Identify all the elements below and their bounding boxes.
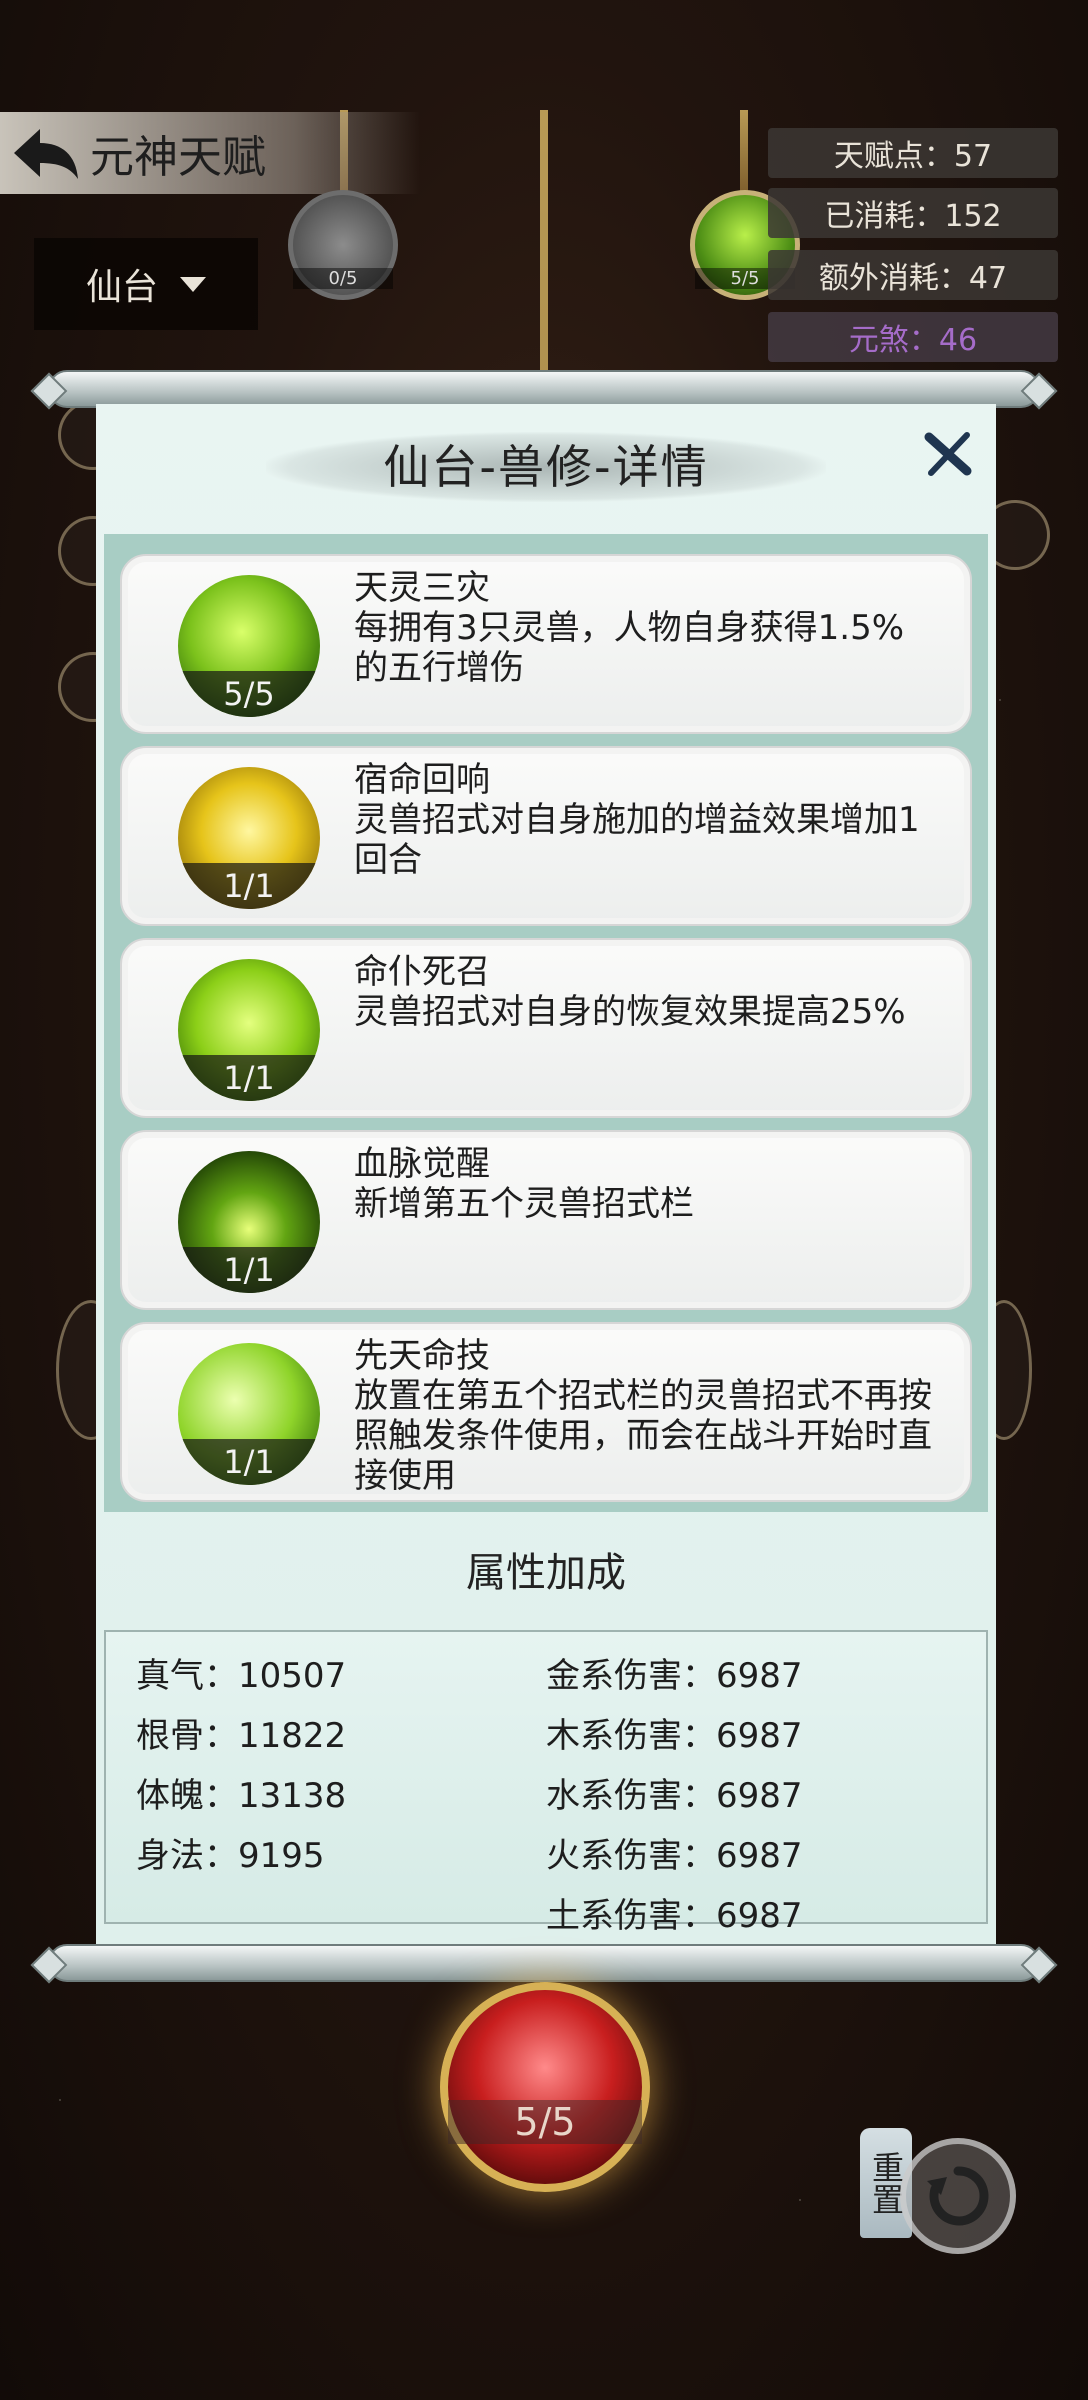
close-icon [924, 432, 972, 476]
green-cross-icon: 1/1 [178, 959, 320, 1101]
attr-metal-damage: 金系伤害：6987 [546, 1655, 803, 1696]
talent-node-red[interactable]: 5/5 [440, 1982, 650, 2192]
attr-water-damage: 水系伤害：6987 [546, 1775, 803, 1816]
node-level: 5/5 [448, 2100, 642, 2144]
talent-name: 宿命回响 [354, 760, 490, 800]
node-level: 0/5 [293, 268, 393, 289]
header-bar: 元神天赋 [0, 112, 420, 194]
refresh-icon [927, 2166, 989, 2226]
stat-consumed: 已消耗：152 [768, 188, 1058, 238]
stat-extra-consumed: 额外消耗：47 [768, 250, 1058, 300]
realm-dropdown-value: 仙台 [85, 267, 158, 308]
tree-line-right [740, 110, 748, 200]
talent-level: 1/1 [178, 1055, 320, 1101]
talent-desc: 灵兽招式对自身的恢复效果提高25% [354, 992, 906, 1032]
attr-zhenqi: 真气：10507 [136, 1655, 347, 1696]
talent-list[interactable]: 5/5 天灵三灾 每拥有3只灵兽，人物自身获得1.5%的五行增伤 1/1 宿命回… [104, 534, 988, 1512]
talent-desc: 新增第五个灵兽招式栏 [354, 1184, 694, 1224]
talent-level: 1/1 [178, 863, 320, 909]
talent-level: 1/1 [178, 1247, 320, 1293]
talent-name: 先天命技 [354, 1336, 490, 1376]
talent-level: 5/5 [178, 671, 320, 717]
stat-talent-points: 天赋点：57 [768, 128, 1058, 178]
talent-node-grey[interactable]: 0/5 [288, 190, 398, 300]
page-title: 元神天赋 [90, 132, 266, 183]
talent-card[interactable]: 5/5 天灵三灾 每拥有3只灵兽，人物自身获得1.5%的五行增伤 [120, 554, 972, 734]
talent-name: 命仆死召 [354, 952, 490, 992]
attr-earth-damage: 土系伤害：6987 [546, 1895, 803, 1936]
talent-name: 天灵三灾 [354, 568, 490, 608]
stat-yuansha: 元煞：46 [768, 312, 1058, 362]
panel-title: 仙台-兽修-详情 [383, 440, 709, 494]
attr-table: 真气：10507 金系伤害：6987 根骨：11822 木系伤害：6987 体魄… [104, 1630, 988, 1936]
green-flame-icon: 1/1 [178, 1151, 320, 1293]
attr-tipo: 体魄：13138 [136, 1775, 347, 1816]
scroll-rod-bottom [48, 1944, 1040, 1982]
talent-level: 1/1 [178, 1439, 320, 1485]
talent-name: 血脉觉醒 [354, 1144, 490, 1184]
talent-card[interactable]: 1/1 宿命回响 灵兽招式对自身施加的增益效果增加1回合 [120, 746, 972, 926]
scroll-rod-top [48, 370, 1040, 408]
talent-card[interactable]: 1/1 血脉觉醒 新增第五个灵兽招式栏 [120, 1130, 972, 1310]
attr-section-title: 属性加成 [466, 1550, 626, 1596]
attr-shenfa: 身法：9195 [136, 1835, 325, 1876]
attr-wood-damage: 木系伤害：6987 [546, 1715, 803, 1756]
green-beasts-icon: 5/5 [178, 575, 320, 717]
close-button[interactable] [918, 424, 978, 484]
talent-desc: 放置在第五个招式栏的灵兽招式不再按照触发条件使用，而会在战斗开始时直接使用 [354, 1376, 932, 1496]
attr-gengu: 根骨：11822 [136, 1715, 347, 1756]
attr-fire-damage: 火系伤害：6987 [546, 1835, 803, 1876]
talent-desc: 每拥有3只灵兽，人物自身获得1.5%的五行增伤 [354, 608, 905, 688]
talent-card[interactable]: 1/1 先天命技 放置在第五个招式栏的灵兽招式不再按照触发条件使用，而会在战斗开… [120, 1322, 972, 1502]
realm-dropdown[interactable]: 仙台 [34, 238, 258, 330]
attr-empty [136, 1882, 546, 1942]
talent-detail-panel: 仙台-兽修-详情 5/5 天灵三灾 每拥有3只灵兽，人物自身获得1.5%的五行增… [96, 404, 996, 1944]
chevron-down-icon [180, 276, 206, 292]
reset-button[interactable] [900, 2138, 1016, 2254]
talent-desc: 灵兽招式对自身施加的增益效果增加1回合 [354, 800, 920, 880]
panel-header: 仙台-兽修-详情 [96, 414, 996, 514]
gold-swirl-icon: 1/1 [178, 767, 320, 909]
green-leaf-icon: 1/1 [178, 1343, 320, 1485]
back-arrow-icon[interactable] [0, 112, 90, 194]
talent-card[interactable]: 1/1 命仆死召 灵兽招式对自身的恢复效果提高25% [120, 938, 972, 1118]
